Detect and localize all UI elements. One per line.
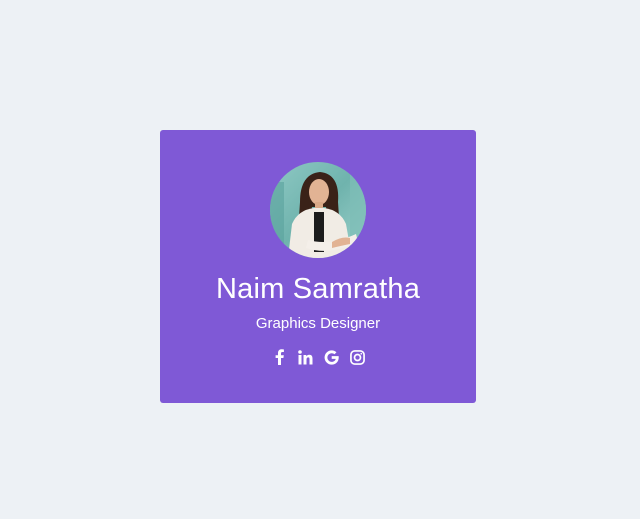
linkedin-link[interactable]	[297, 349, 313, 365]
profile-role: Graphics Designer	[255, 315, 381, 332]
instagram-icon	[349, 349, 365, 365]
profile-name: Naim Samratha	[215, 273, 421, 305]
social-links	[271, 349, 365, 365]
avatar-photo	[270, 162, 366, 258]
profile-card: Naim Samratha Graphics Designer	[160, 130, 476, 403]
facebook-link[interactable]	[271, 349, 287, 365]
instagram-link[interactable]	[349, 349, 365, 365]
google-link[interactable]	[323, 349, 339, 365]
google-icon	[324, 349, 339, 365]
avatar	[270, 162, 366, 258]
facebook-icon	[275, 349, 284, 365]
linkedin-icon	[297, 349, 312, 364]
